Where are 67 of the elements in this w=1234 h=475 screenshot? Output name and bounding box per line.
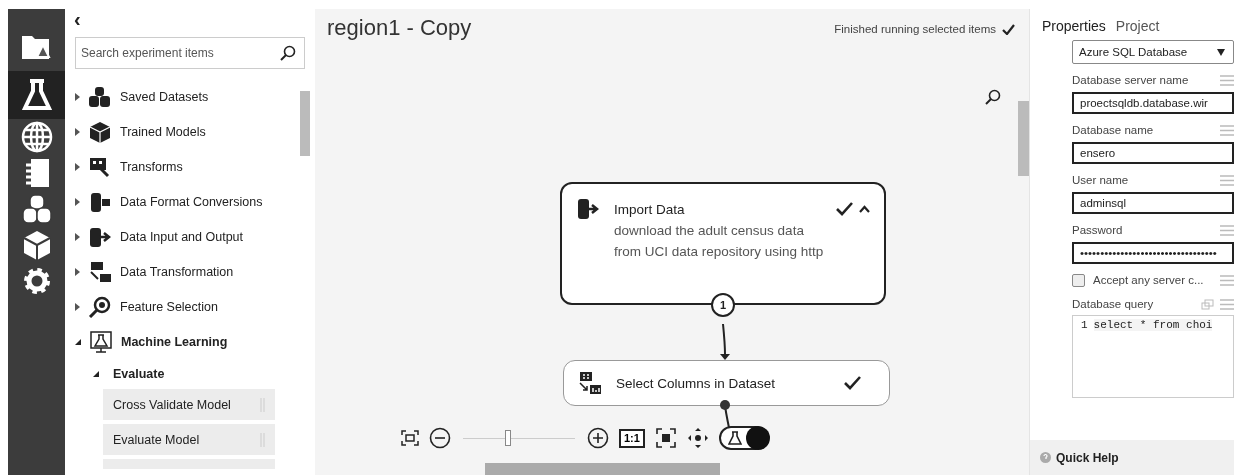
table-columns-icon xyxy=(578,371,602,395)
actual-size-button[interactable]: 1:1 xyxy=(619,428,645,448)
run-toggle[interactable] xyxy=(718,426,768,450)
tree-item[interactable]: Trained Models xyxy=(75,114,285,149)
module-item[interactable]: Evaluate Model xyxy=(103,424,275,455)
category-icon xyxy=(88,120,112,143)
checkbox[interactable] xyxy=(1072,273,1085,287)
zoom-out-icon[interactable] xyxy=(429,427,451,449)
category-icon xyxy=(88,260,112,283)
nav-tab[interactable] xyxy=(8,71,65,119)
tree-item[interactable]: Data Format Conversions xyxy=(75,184,285,219)
module-item[interactable]: Cross Validate Model xyxy=(103,389,275,420)
collapse-button[interactable]: ‹ xyxy=(65,9,89,29)
field-label: Database server name xyxy=(1072,74,1190,86)
quick-help-label: Quick Help xyxy=(1056,450,1119,465)
line-number: 1 xyxy=(1081,319,1088,331)
category-icon xyxy=(88,295,112,318)
caret-icon xyxy=(859,205,870,213)
field-label: Password xyxy=(1072,224,1124,236)
checkbox-label: Accept any server c... xyxy=(1093,274,1205,286)
experiment-title: region1 - Copy xyxy=(327,15,472,41)
field-label: Database query xyxy=(1072,298,1155,310)
tree-item[interactable]: Machine Learning xyxy=(75,324,285,359)
fit-icon[interactable] xyxy=(401,430,419,446)
tree-item[interactable]: Saved Datasets xyxy=(75,79,285,114)
input-field[interactable]: •••••••••••••••••••••••••••••••••• xyxy=(1072,242,1234,264)
field-label: User name xyxy=(1072,174,1130,186)
output-port[interactable] xyxy=(720,400,730,410)
panel-tab[interactable]: Project xyxy=(1115,18,1160,34)
database-arrow-icon xyxy=(576,198,600,220)
dropdown[interactable]: Azure SQL Database xyxy=(1072,40,1234,64)
category-icon xyxy=(89,330,113,353)
connector-arrow xyxy=(720,323,730,360)
fit-screen-icon[interactable] xyxy=(654,427,677,449)
help-icon xyxy=(1040,452,1051,463)
tree-item[interactable]: Data Input and Output xyxy=(75,219,285,254)
input-field[interactable]: ensero xyxy=(1072,142,1234,164)
category-icon xyxy=(88,85,112,108)
tree-item[interactable]: Transforms xyxy=(75,149,285,184)
module-description: download the adult census data from UCI data repository using http xyxy=(614,222,825,261)
category-icon xyxy=(88,190,112,213)
output-port[interactable]: 1 xyxy=(711,293,735,317)
tree-item[interactable]: Evaluate xyxy=(75,359,300,389)
tree-item[interactable]: Data Transformation xyxy=(75,254,285,289)
slider-thumb[interactable] xyxy=(504,430,511,446)
stacked-cylinders-icon xyxy=(20,193,53,225)
globe-icon xyxy=(20,121,53,153)
module-node[interactable]: Select Columns in Dataset xyxy=(563,360,890,406)
input-field[interactable]: proectsqldb.database.wir xyxy=(1072,92,1234,114)
search-field[interactable]: Search experiment items xyxy=(75,37,305,69)
category-icon xyxy=(88,155,112,178)
tree-item[interactable]: Feature Selection xyxy=(75,289,285,324)
quick-help-bar[interactable]: Quick Help xyxy=(1030,440,1234,475)
caret-icon xyxy=(1217,48,1225,56)
search-icon xyxy=(280,45,296,61)
field-label: Database name xyxy=(1072,124,1155,136)
pan-icon[interactable] xyxy=(686,427,709,449)
search-icon[interactable] xyxy=(985,89,1001,105)
settings-icon xyxy=(21,266,52,296)
category-icon xyxy=(88,225,112,248)
flask-icon xyxy=(21,78,52,112)
code-editor[interactable]: 1 select * from choi xyxy=(1072,315,1234,398)
zoom-in-icon[interactable] xyxy=(587,427,609,449)
flask-icon xyxy=(727,431,742,445)
input-field[interactable]: adminsql xyxy=(1072,192,1234,214)
status-message: Finished running selected items xyxy=(834,23,1015,35)
panel-tab[interactable]: Properties xyxy=(1042,18,1106,34)
